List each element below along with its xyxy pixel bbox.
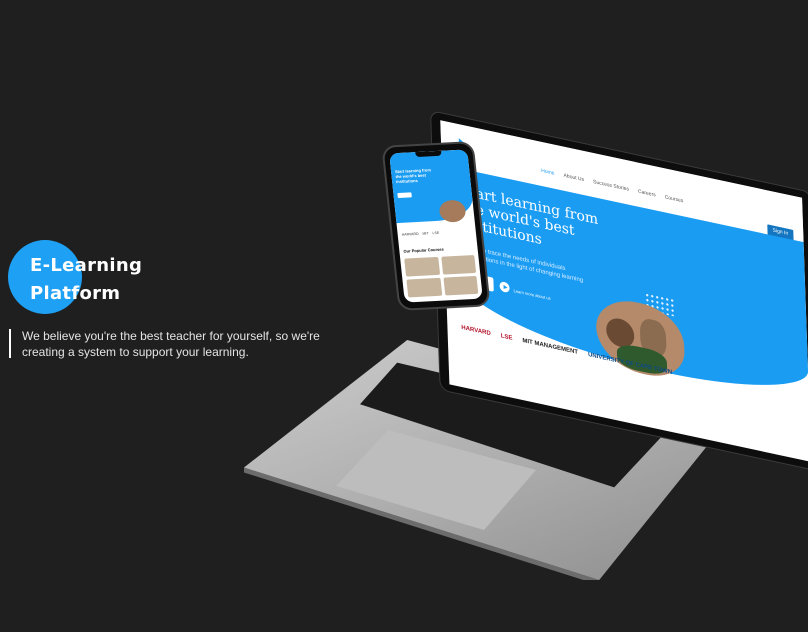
phone-screen: Start learning from the world's best ins… <box>389 149 483 303</box>
logo-harvard: HARVARD <box>461 324 491 338</box>
nav-link-about[interactable]: About Us <box>563 173 584 183</box>
course-card[interactable] <box>442 275 479 296</box>
phone-headline: Start learning from the world's best ins… <box>394 167 432 185</box>
laptop-mockup: Home About Us Success Stories Careers Co… <box>0 0 808 632</box>
course-card[interactable] <box>404 256 440 277</box>
course-card[interactable] <box>406 277 442 298</box>
phone-partner-logos: HARVARD MIT LSE <box>402 231 440 237</box>
phone-course-cards <box>404 254 479 298</box>
nav-link-courses[interactable]: Courses <box>665 194 684 204</box>
course-card[interactable] <box>440 254 477 275</box>
nav-link-careers[interactable]: Careers <box>638 189 656 199</box>
logo-lse: LSE <box>500 333 513 342</box>
phone-logo-lse: LSE <box>432 230 440 236</box>
phone-logo-harvard: HARVARD <box>401 231 419 237</box>
nav-link-stories[interactable]: Success Stories <box>593 179 629 193</box>
phone-cta-button[interactable] <box>397 192 412 198</box>
phone-section-title: Our Popular Courses <box>403 246 444 254</box>
phone-logo-mit: MIT <box>422 231 429 236</box>
phone-mockup: Start learning from the world's best ins… <box>381 141 491 311</box>
nav-link-home[interactable]: Home <box>541 168 555 177</box>
